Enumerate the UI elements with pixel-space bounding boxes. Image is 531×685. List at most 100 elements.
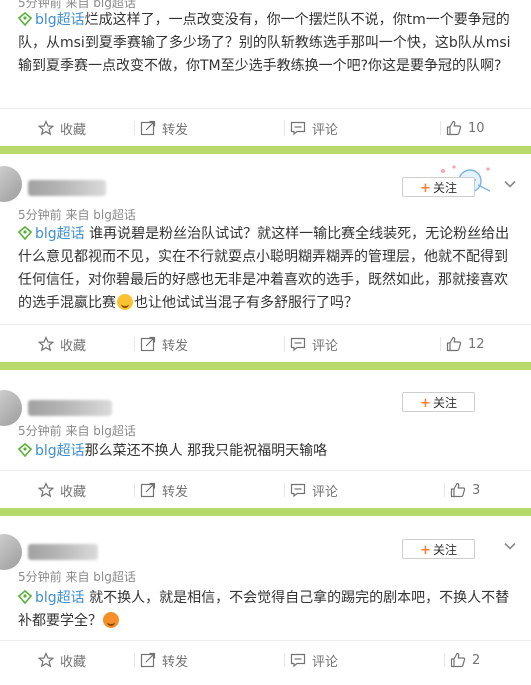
divider: [284, 483, 285, 497]
repost-icon: [140, 120, 156, 136]
like-button[interactable]: 3: [444, 471, 481, 509]
favorite-label: 收藏: [60, 654, 87, 670]
like-count: 12: [468, 336, 485, 352]
post-separator: [0, 362, 531, 370]
topic-tag[interactable]: blg超话: [18, 590, 85, 606]
post-separator: [0, 508, 531, 516]
post-meta: 5分钟前 来自 blg超话: [18, 424, 136, 438]
like-count: 3: [472, 482, 481, 498]
comment-icon: [290, 337, 306, 352]
topic-tag[interactable]: blg超话: [18, 12, 85, 28]
comment-label: 评论: [312, 122, 339, 138]
plus-icon: +: [420, 543, 431, 558]
post-card-3: + 关注 5分钟前 来自 blg超话 blg超话那么菜还不换人 那我只能祝福明天输…: [0, 370, 531, 508]
post-text: 那么菜还不换人 那我只能祝福明天输咯: [84, 443, 328, 459]
comment-icon: [290, 121, 306, 136]
comment-button[interactable]: 评论: [284, 109, 339, 147]
repost-button[interactable]: 转发: [134, 471, 189, 509]
thumbs-up-icon: [446, 120, 462, 136]
follow-button[interactable]: + 关注: [402, 539, 475, 559]
avatar[interactable]: [0, 166, 22, 202]
post-card-4: + 关注 5分钟前 来自 blg超话 blg超话 就不换人，就是相信，不会觉得自己…: [0, 516, 531, 685]
chevron-down-icon[interactable]: [503, 539, 517, 553]
comment-button[interactable]: 评论: [284, 325, 338, 363]
like-count: 10: [468, 120, 485, 136]
divider: [284, 337, 285, 351]
topic-tag-label: blg超话: [35, 12, 85, 28]
username[interactable]: [28, 400, 112, 416]
divider: [134, 337, 135, 351]
divider: [444, 483, 445, 497]
thumbs-up-icon: [446, 336, 462, 352]
repost-button[interactable]: 转发: [134, 109, 189, 147]
plus-icon: +: [420, 396, 431, 411]
repost-label: 转发: [162, 654, 189, 670]
topic-tag[interactable]: blg超话: [18, 443, 85, 459]
favorite-button[interactable]: 收藏: [38, 325, 86, 363]
divider: [440, 121, 441, 135]
topic-tag-icon: [18, 443, 32, 457]
post-body: blg超话烂成这样了，一点改变没有，你一个摆烂队不说，你tm一个要争冠的队，从m…: [18, 9, 514, 78]
like-button[interactable]: 10: [440, 109, 485, 147]
action-bar: 收藏 转发 评论 2: [0, 640, 531, 679]
favorite-button[interactable]: 收藏: [38, 471, 86, 509]
repost-label: 转发: [162, 484, 189, 500]
username[interactable]: [28, 180, 106, 196]
topic-tag-icon: [18, 12, 32, 26]
topic-tag[interactable]: blg超话: [18, 226, 85, 242]
comment-label: 评论: [312, 484, 339, 500]
post-text: 就不换人，就是相信，不会觉得自己拿的踢完的剧本吧，不换人不替补都要学全？: [18, 590, 510, 629]
post-meta: 5分钟前 来自 blg超话: [18, 570, 136, 584]
like-button[interactable]: 12: [440, 325, 485, 363]
post-separator: [0, 146, 531, 154]
follow-label: 关注: [432, 543, 457, 557]
chevron-down-icon[interactable]: [503, 177, 517, 191]
post-body: blg超话 就不换人，就是相信，不会觉得自己拿的踢完的剧本吧，不换人不替补都要学…: [18, 587, 514, 633]
star-icon: [38, 652, 54, 668]
repost-icon: [140, 482, 156, 498]
comment-icon: [290, 483, 306, 498]
laughing-emoji-icon: [103, 612, 119, 628]
action-bar: 收藏 转发 评论 3: [0, 470, 531, 509]
thumbs-up-icon: [450, 482, 466, 498]
favorite-button[interactable]: 收藏: [38, 641, 86, 679]
repost-label: 转发: [162, 122, 189, 138]
favorite-button[interactable]: 收藏: [38, 109, 86, 147]
comment-button[interactable]: 评论: [284, 471, 339, 509]
follow-button[interactable]: + 关注: [402, 392, 475, 412]
divider: [444, 653, 445, 667]
star-icon: [38, 336, 54, 352]
divider: [134, 653, 135, 667]
repost-icon: [140, 652, 156, 668]
like-count: 2: [472, 652, 481, 668]
repost-button[interactable]: 转发: [134, 641, 189, 679]
avatar[interactable]: [0, 390, 22, 426]
repost-icon: [140, 336, 156, 352]
action-bar: 收藏 转发 评论 12: [0, 324, 531, 363]
divider: [440, 337, 441, 351]
plus-icon: +: [420, 181, 431, 196]
smile-emoji-icon: [117, 294, 133, 310]
like-button[interactable]: 2: [444, 641, 481, 679]
follow-label: 关注: [432, 396, 457, 410]
follow-label: 关注: [432, 181, 457, 195]
post-text-continued: 也让他试试当混子有多舒服行了吗？: [134, 295, 358, 311]
post-meta: 5分钟前 来自 blg超话: [18, 208, 136, 222]
username[interactable]: [28, 544, 98, 560]
divider: [134, 121, 135, 135]
comment-button[interactable]: 评论: [284, 641, 339, 679]
repost-label: 转发: [162, 338, 189, 354]
divider: [284, 653, 285, 667]
divider: [134, 483, 135, 497]
repost-button[interactable]: 转发: [134, 325, 189, 363]
post-body: blg超话 谁再说碧是粉丝治队试试？就这样一输比赛全线装死，无论粉丝给出什么意见…: [18, 223, 514, 315]
follow-button[interactable]: + 关注: [402, 177, 475, 197]
favorite-label: 收藏: [60, 122, 87, 138]
topic-tag-icon: [18, 590, 32, 604]
post-text: 烂成这样了，一点改变没有，你一个摆烂队不说，你tm一个要争冠的队，从msi到夏季…: [18, 12, 511, 74]
post-card-2: + 关注 5分钟前 来自 blg超话 blg超话 谁再说碧是粉丝治队试试？就这样一…: [0, 154, 531, 362]
comment-label: 评论: [312, 654, 339, 670]
topic-tag-label: blg超话: [35, 443, 85, 459]
avatar[interactable]: [0, 534, 22, 570]
divider: [284, 121, 285, 135]
